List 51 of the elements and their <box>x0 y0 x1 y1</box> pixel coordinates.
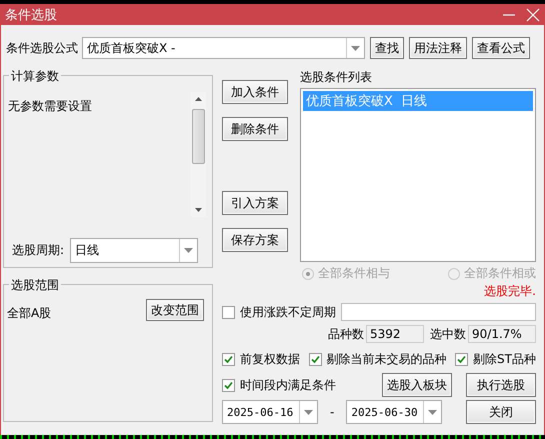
group-title: 选股范围 <box>9 277 61 294</box>
radio-label: 全部条件相或 <box>464 265 536 282</box>
scroll-thumb[interactable] <box>192 109 205 164</box>
change-scope-button[interactable]: 改变范围 <box>146 299 204 321</box>
caret-icon <box>428 410 438 414</box>
run-selection-button[interactable]: 执行选股 <box>466 373 536 397</box>
params-message: 无参数需要设置 <box>8 98 93 115</box>
close-icon[interactable] <box>526 8 540 22</box>
caret-icon <box>184 248 194 253</box>
import-plan-button[interactable]: 引入方案 <box>222 191 288 215</box>
start-date-picker[interactable]: 2025-06-16 <box>222 400 318 424</box>
formula-dropdown[interactable]: 优质首板突破X - <box>82 37 365 59</box>
stat-value: 90/1.7% <box>468 325 536 343</box>
caret-icon <box>304 410 313 414</box>
period-dropdown[interactable]: 日线 <box>70 238 198 263</box>
stat-label: 选中数 <box>430 326 466 342</box>
period-input-field[interactable] <box>341 303 536 321</box>
checkbox-label: 使用涨跌不定周期 <box>240 304 336 320</box>
checkbox[interactable] <box>308 353 322 366</box>
checkbox[interactable] <box>222 306 235 318</box>
checkbox[interactable] <box>222 353 235 366</box>
checkbox-label: 前复权数据 <box>240 351 300 368</box>
window-title: 条件选股 <box>5 6 58 24</box>
add-to-block-button[interactable]: 选股入板块 <box>382 373 452 397</box>
scope-value: 全部A股 <box>7 305 52 322</box>
formula-label: 条件选股公式 <box>6 40 78 56</box>
checkbox-label: 时间段内满足条件 <box>240 376 336 394</box>
radio-label: 全部条件相与 <box>318 265 390 282</box>
delete-condition-button[interactable]: 删除条件 <box>222 117 288 141</box>
stat-label: 品种数 <box>328 326 364 342</box>
checkbox-label: 剔除当前未交易的品种 <box>326 351 447 368</box>
date-separator: - <box>330 405 334 419</box>
save-plan-button[interactable]: 保存方案 <box>222 228 288 252</box>
stat-value: 5392 <box>366 325 424 343</box>
checkbox-label: 剔除ST品种 <box>473 351 536 368</box>
add-condition-button[interactable]: 加入条件 <box>222 80 288 104</box>
usage-notes-button[interactable]: 用法注释 <box>409 37 467 59</box>
end-date-picker[interactable]: 2025-06-30 <box>346 400 442 424</box>
list-title: 选股条件列表 <box>300 69 373 86</box>
caret-icon <box>351 46 360 50</box>
period-label: 选股周期: <box>12 242 64 259</box>
scroll-up-icon[interactable] <box>195 97 202 101</box>
scroll-down-icon[interactable] <box>195 208 202 212</box>
group-title: 计算参数 <box>9 68 61 85</box>
find-button[interactable]: 查找 <box>370 37 404 59</box>
checkbox[interactable] <box>222 378 235 392</box>
scrollbar[interactable] <box>191 92 206 217</box>
checkbox[interactable] <box>455 353 468 366</box>
view-formula-button[interactable]: 查看公式 <box>472 37 530 59</box>
close-button[interactable]: 关闭 <box>466 400 536 424</box>
status-message: 选股完毕. <box>484 283 536 300</box>
